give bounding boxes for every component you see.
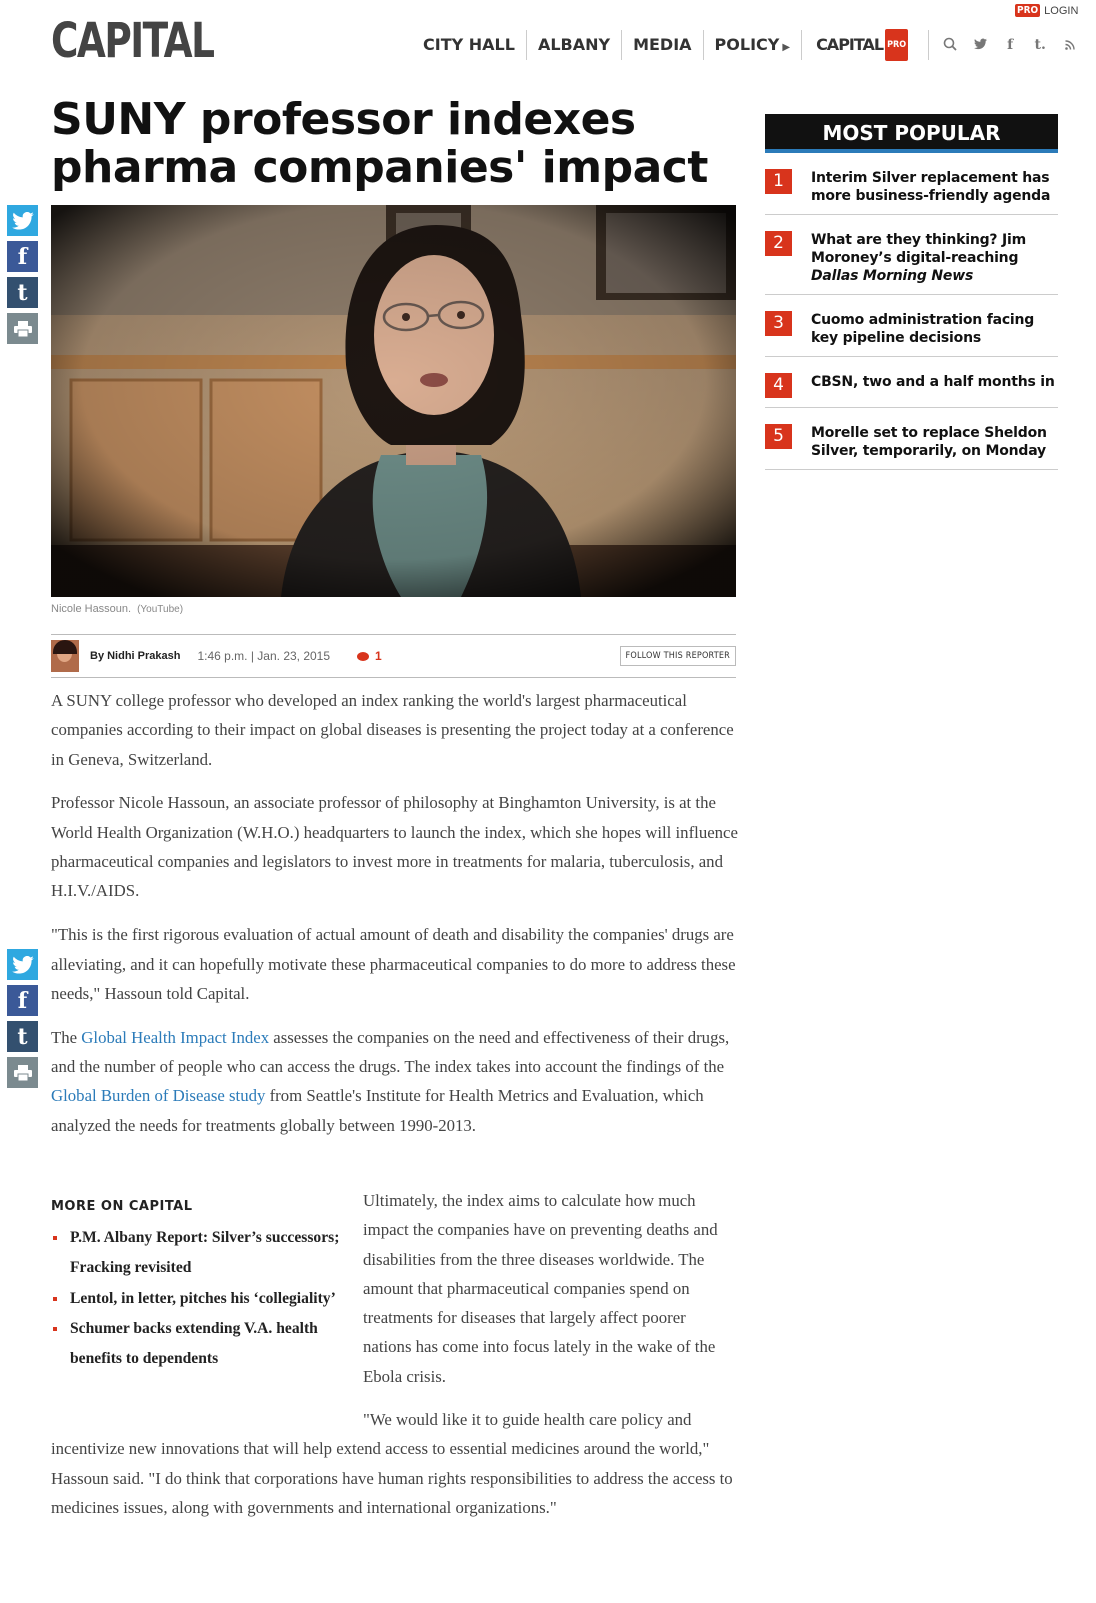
- follow-reporter-button[interactable]: FOLLOW THIS REPORTER: [619, 646, 736, 666]
- nav-policy[interactable]: POLICY ▶: [704, 30, 803, 60]
- pro-login[interactable]: PRO LOGIN: [1015, 4, 1078, 17]
- paragraph: "We would like it to guide health care p…: [51, 1410, 733, 1517]
- global-health-impact-index-link[interactable]: Global Health Impact Index: [81, 1028, 269, 1047]
- popular-title[interactable]: What are they thinking? Jim Moroney’s di…: [811, 231, 1058, 285]
- more-on-capital: MORE ON CAPITAL P.M. Albany Report: Silv…: [51, 1199, 346, 1374]
- print-icon[interactable]: [7, 1057, 38, 1088]
- print-icon[interactable]: [7, 313, 38, 344]
- article-body: A SUNY college professor who developed a…: [51, 686, 739, 1155]
- share-rail-bottom: f t: [7, 949, 39, 1093]
- most-popular: MOST POPULAR 1 Interim Silver replacemen…: [765, 114, 1058, 470]
- paragraph: Ultimately, the index aims to calculate …: [363, 1191, 718, 1386]
- more-item[interactable]: Lentol, in letter, pitches his ‘collegia…: [51, 1284, 346, 1314]
- twitter-icon[interactable]: [7, 949, 38, 980]
- popular-rank: 1: [765, 169, 792, 194]
- twitter-icon[interactable]: [973, 37, 987, 53]
- pro-badge: PRO: [1015, 4, 1041, 17]
- more-item[interactable]: P.M. Albany Report: Silver’s successors;…: [51, 1223, 346, 1284]
- more-item[interactable]: Schumer backs extending V.A. health bene…: [51, 1314, 346, 1375]
- nav-city-hall[interactable]: CITY HALL: [423, 30, 527, 60]
- byline-bar: By Nidhi Prakash 1:46 p.m. | Jan. 23, 20…: [51, 634, 736, 678]
- popular-rank: 4: [765, 373, 792, 398]
- text-run: The: [51, 1027, 82, 1047]
- more-on-capital-title: MORE ON CAPITAL: [51, 1199, 193, 1214]
- popular-item[interactable]: 2 What are they thinking? Jim Moroney’s …: [765, 215, 1058, 295]
- tumblr-icon[interactable]: t: [7, 1021, 38, 1052]
- nav-capital-pro[interactable]: CAPITAL PRO: [802, 29, 930, 61]
- comment-count-value: 1: [375, 649, 382, 663]
- paragraph: Professor Nicole Hassoun, an associate p…: [51, 793, 738, 901]
- capital-logo[interactable]: CAPITAL: [51, 14, 215, 68]
- paragraph: "This is the first rigorous evaluation o…: [51, 925, 736, 1003]
- search-icon[interactable]: [943, 37, 957, 54]
- global-burden-of-disease-link[interactable]: Global Burden of Disease study: [51, 1086, 265, 1105]
- pro-badge: PRO: [885, 29, 909, 61]
- popular-title[interactable]: Cuomo administration facing key pipeline…: [811, 311, 1058, 347]
- more-list: P.M. Albany Report: Silver’s successors;…: [51, 1223, 346, 1374]
- nav-media[interactable]: MEDIA: [622, 30, 704, 60]
- nav-icons: f t.: [929, 37, 1077, 54]
- publish-time: 1:46 p.m. | Jan. 23, 2015: [197, 649, 331, 663]
- popular-item[interactable]: 3 Cuomo administration facing key pipeli…: [765, 295, 1058, 357]
- login-link[interactable]: LOGIN: [1044, 5, 1078, 17]
- tumblr-icon[interactable]: t: [7, 277, 38, 308]
- main-nav: CITY HALL ALBANY MEDIA POLICY ▶ CAPITAL P…: [423, 29, 1077, 61]
- most-popular-title: MOST POPULAR: [765, 114, 1058, 153]
- author-avatar[interactable]: [51, 640, 79, 672]
- caption-text: Nicole Hassoun.: [51, 603, 132, 615]
- popular-rank: 5: [765, 424, 792, 449]
- comment-icon: [357, 651, 370, 661]
- paragraph: A SUNY college professor who developed a…: [51, 691, 734, 769]
- tumblr-icon[interactable]: t.: [1033, 37, 1047, 53]
- popular-title[interactable]: Morelle set to replace Sheldon Silver, t…: [811, 424, 1058, 460]
- popular-rank: 3: [765, 311, 792, 336]
- facebook-icon[interactable]: f: [7, 241, 38, 272]
- nav-policy-label: POLICY: [714, 35, 780, 54]
- article-headline: SUNY professor indexes pharma companies'…: [51, 94, 708, 193]
- twitter-icon[interactable]: [7, 205, 38, 236]
- facebook-icon[interactable]: f: [1003, 37, 1017, 53]
- facebook-icon[interactable]: f: [7, 985, 38, 1016]
- popular-title-text: What are they thinking? Jim Moroney’s di…: [811, 232, 1027, 266]
- popular-item[interactable]: 1 Interim Silver replacement has more bu…: [765, 153, 1058, 215]
- rss-icon[interactable]: [1063, 37, 1077, 53]
- comment-count[interactable]: 1: [357, 649, 382, 663]
- popular-rank: 2: [765, 231, 792, 256]
- popular-title[interactable]: CBSN, two and a half months in: [811, 373, 1055, 391]
- caption-source: (YouTube): [137, 604, 184, 615]
- article-photo[interactable]: [51, 205, 736, 597]
- popular-title[interactable]: Interim Silver replacement has more busi…: [811, 169, 1058, 205]
- photo-caption: Nicole Hassoun. (YouTube): [51, 603, 183, 615]
- author-name[interactable]: By Nidhi Prakash: [90, 650, 180, 662]
- paragraph: The Global Health Impact Index assesses …: [51, 1023, 739, 1140]
- triangle-right-icon: ▶: [782, 42, 791, 53]
- popular-item[interactable]: 4 CBSN, two and a half months in: [765, 357, 1058, 408]
- share-rail-top: f t: [7, 205, 39, 349]
- nav-capital-pro-label: CAPITAL: [816, 35, 884, 54]
- nav-albany[interactable]: ALBANY: [527, 30, 623, 60]
- popular-title-emphasis: Dallas Morning News: [811, 268, 974, 284]
- popular-item[interactable]: 5 Morelle set to replace Sheldon Silver,…: [765, 408, 1058, 470]
